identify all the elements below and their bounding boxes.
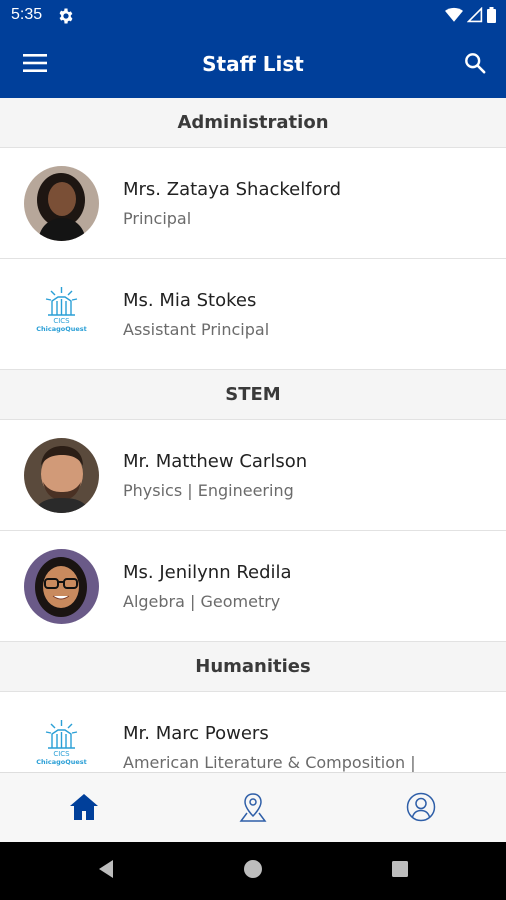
cell-signal-icon xyxy=(466,6,483,27)
staff-row[interactable]: CICS ChicagoQuest Mr. Marc Powers Americ… xyxy=(0,692,506,772)
logo-text-cics: CICS xyxy=(53,317,70,325)
section-header-administration: Administration xyxy=(0,98,506,148)
staff-name: Ms. Mia Stokes xyxy=(123,289,257,311)
settings-gear-icon xyxy=(57,7,75,25)
logo-text-chicagoquest: ChicagoQuest xyxy=(36,758,87,766)
page-title: Staff List xyxy=(202,52,304,76)
nav-profile-button[interactable] xyxy=(403,791,439,827)
back-triangle-icon xyxy=(96,859,116,883)
staff-role: Algebra | Geometry xyxy=(123,591,281,611)
staff-name: Mr. Marc Powers xyxy=(123,722,269,744)
recents-square-icon xyxy=(391,860,409,882)
nav-location-button[interactable] xyxy=(235,791,271,827)
app-bar: 5:35 Staff List xyxy=(0,0,506,98)
profile-icon xyxy=(406,792,436,826)
system-home-button[interactable] xyxy=(241,859,265,883)
home-circle-icon xyxy=(243,859,263,883)
school-logo: CICS ChicagoQuest xyxy=(24,276,99,352)
system-status-icons xyxy=(445,6,496,27)
status-time: 5:35 xyxy=(11,6,43,23)
staff-row[interactable]: Ms. Jenilynn Redila Algebra | Geometry xyxy=(0,531,506,642)
location-icon xyxy=(238,791,268,827)
nav-home-button[interactable] xyxy=(66,791,102,827)
section-header-humanities: Humanities xyxy=(0,642,506,692)
avatar xyxy=(24,548,99,624)
staff-role: American Literature & Composition | xyxy=(123,752,416,772)
search-button[interactable] xyxy=(458,48,492,82)
battery-icon xyxy=(487,7,496,27)
toolbar: Staff List xyxy=(0,32,506,98)
logo-text-chicagoquest: ChicagoQuest xyxy=(36,325,87,333)
section-header-stem: STEM xyxy=(0,370,506,420)
status-bar: 5:35 xyxy=(0,0,506,32)
staff-name: Mrs. Zataya Shackelford xyxy=(123,178,342,200)
wifi-icon xyxy=(445,7,463,27)
bottom-navigation xyxy=(0,772,506,842)
staff-name: Ms. Jenilynn Redila xyxy=(123,561,292,583)
logo-text-cics: CICS xyxy=(53,750,70,758)
staff-role: Physics | Engineering xyxy=(123,480,294,500)
staff-row[interactable]: CICS ChicagoQuest Ms. Mia Stokes Assista… xyxy=(0,259,506,370)
staff-role: Assistant Principal xyxy=(123,319,270,339)
search-icon xyxy=(464,52,486,78)
staff-list[interactable]: Administration Mrs. Zataya Shackelford P… xyxy=(0,98,506,772)
staff-role: Principal xyxy=(123,208,192,228)
system-navigation-bar xyxy=(0,842,506,900)
avatar xyxy=(24,437,99,513)
system-recents-button[interactable] xyxy=(388,859,412,883)
staff-row[interactable]: Mr. Matthew Carlson Physics | Engineerin… xyxy=(0,420,506,531)
school-logo: CICS ChicagoQuest xyxy=(24,709,99,772)
home-icon xyxy=(69,793,99,825)
system-back-button[interactable] xyxy=(94,859,118,883)
avatar xyxy=(24,165,99,241)
staff-name: Mr. Matthew Carlson xyxy=(123,450,308,472)
staff-row[interactable]: Mrs. Zataya Shackelford Principal xyxy=(0,148,506,259)
